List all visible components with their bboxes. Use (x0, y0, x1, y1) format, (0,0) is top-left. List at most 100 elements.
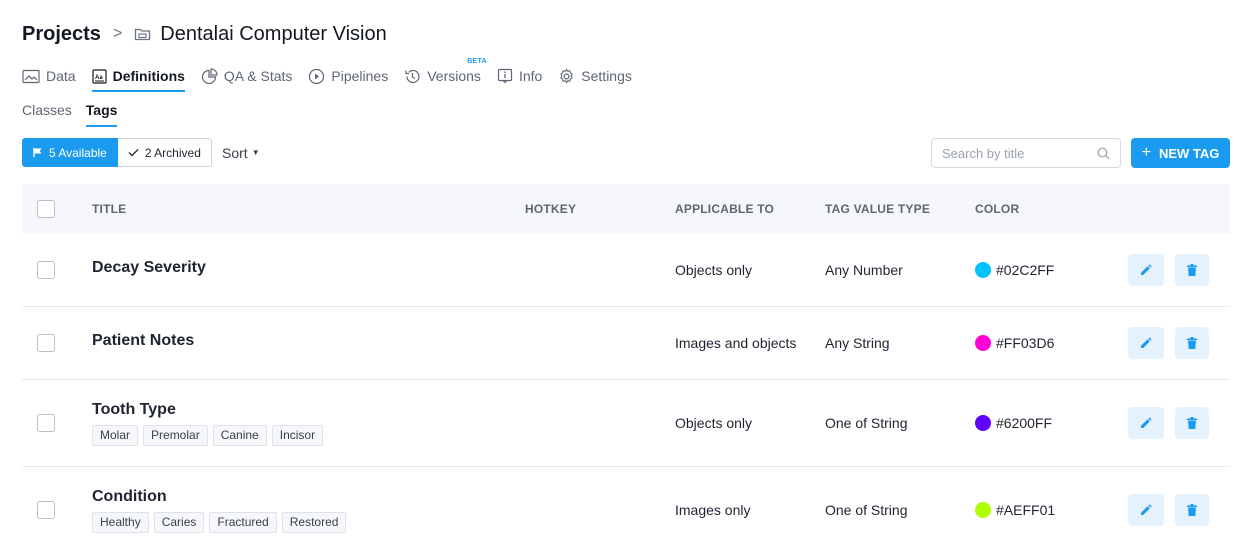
archived-filter-button[interactable]: 2 Archived (117, 138, 212, 167)
svg-text:Aa: Aa (95, 75, 103, 81)
table-header: TITLE HOTKEY APPLICABLE TO TAG VALUE TYP… (22, 184, 1230, 234)
tab-versions[interactable]: Versions BETA (404, 58, 487, 88)
caret-down-icon: ▼ (251, 148, 260, 157)
subtab-tags[interactable]: Tags (85, 100, 117, 127)
main-tabs: Data Aa Definitions QA & Stats Pipelines… (22, 58, 648, 92)
info-icon (497, 68, 513, 84)
available-label: 5 Available (49, 145, 107, 160)
trash-icon (1187, 417, 1197, 429)
tab-info[interactable]: Info (497, 64, 542, 88)
row-checkbox[interactable] (37, 334, 55, 357)
value-type-cell: Any String (825, 335, 890, 351)
tag-title: Tooth Type (92, 401, 176, 418)
applicable-cell: Objects only (675, 262, 753, 278)
header-title[interactable]: TITLE (92, 202, 126, 216)
tag-title: Condition (92, 488, 167, 505)
applicable-cell: Images and objects (675, 335, 797, 351)
color-swatch (975, 415, 991, 431)
tab-label: Versions (427, 68, 481, 84)
color-cell: #AEFF01 (975, 502, 1055, 518)
flag-icon (33, 148, 42, 157)
tab-label: QA & Stats (223, 68, 293, 84)
delete-button[interactable] (1175, 327, 1209, 359)
row-checkbox[interactable] (37, 414, 55, 437)
tag-title: Decay Severity (92, 259, 206, 276)
row-checkbox[interactable] (37, 501, 55, 524)
color-hex: #02C2FF (996, 262, 1055, 278)
value-type-cell: Any Number (825, 262, 903, 278)
tab-settings[interactable]: Settings (558, 64, 632, 88)
tag-option-chip: Caries (153, 512, 205, 533)
new-tag-button[interactable]: + NEW TAG (1131, 138, 1230, 168)
check-icon (128, 149, 139, 157)
breadcrumb-projects-link[interactable]: Projects (22, 23, 101, 46)
toolbar: 5 Available 2 Archived Sort ▼ + NEW TAG (22, 138, 1230, 168)
tab-qa-stats[interactable]: QA & Stats (201, 64, 292, 88)
trash-icon (1187, 337, 1197, 349)
tag-option-chip: Fractured (209, 512, 277, 533)
edit-button[interactable] (1128, 327, 1164, 359)
table-row[interactable]: Patient Notes Images and objects Any Str… (22, 307, 1230, 380)
tab-label: Data (46, 68, 76, 84)
sub-tabs: Classes Tags (22, 100, 131, 127)
title-cell: Patient Notes (92, 332, 194, 350)
tag-option-chip: Canine (212, 425, 267, 446)
search-icon[interactable] (1097, 147, 1110, 160)
trash-icon (1187, 504, 1197, 516)
color-cell: #FF03D6 (975, 335, 1054, 351)
tag-options: Healthy Caries Fractured Restored (92, 512, 351, 533)
tag-title: Patient Notes (92, 332, 195, 349)
header-applicable-to: APPLICABLE TO (675, 202, 775, 216)
header-tag-value-type: TAG VALUE TYPE (825, 202, 931, 216)
available-filter-button[interactable]: 5 Available (22, 138, 118, 167)
pie-chart-icon (201, 67, 218, 84)
pencil-icon (1141, 337, 1152, 348)
edit-button[interactable] (1128, 407, 1164, 439)
header-hotkey: HOTKEY (525, 202, 577, 216)
table-row[interactable]: Tooth Type Molar Premolar Canine Incisor… (22, 380, 1230, 467)
table-row[interactable]: Condition Healthy Caries Fractured Resto… (22, 467, 1230, 547)
color-swatch (975, 502, 991, 518)
pencil-icon (1141, 504, 1152, 515)
status-filter-group: 5 Available 2 Archived (22, 138, 212, 167)
applicable-cell: Objects only (675, 415, 753, 431)
history-icon (405, 69, 420, 83)
delete-button[interactable] (1175, 254, 1209, 286)
table-row[interactable]: Decay Severity Objects only Any Number #… (22, 234, 1230, 307)
edit-button[interactable] (1128, 254, 1164, 286)
plus-icon: + (1141, 144, 1151, 161)
title-cell: Decay Severity (92, 259, 206, 277)
tag-option-chip: Restored (281, 512, 347, 533)
new-tag-label: NEW TAG (1158, 145, 1220, 161)
color-hex: #6200FF (996, 415, 1053, 431)
tab-data[interactable]: Data (22, 64, 76, 88)
tag-options: Molar Premolar Canine Incisor (92, 425, 328, 446)
tab-label: Pipelines (331, 68, 389, 84)
sort-dropdown[interactable]: Sort ▼ (222, 138, 260, 167)
row-checkbox[interactable] (37, 261, 55, 284)
delete-button[interactable] (1175, 494, 1209, 526)
color-cell: #6200FF (975, 415, 1052, 431)
gear-icon (560, 68, 574, 83)
select-all-checkbox[interactable] (37, 200, 55, 221)
play-circle-icon (309, 68, 325, 84)
subtab-classes[interactable]: Classes (22, 100, 72, 124)
project-folder-icon (134, 26, 151, 42)
color-swatch (975, 335, 991, 351)
sort-label: Sort (222, 144, 248, 161)
archived-label: 2 Archived (144, 145, 201, 160)
tab-label: Definitions (112, 68, 185, 84)
color-swatch (975, 262, 991, 278)
color-hex: #AEFF01 (996, 502, 1056, 518)
trash-icon (1187, 264, 1197, 276)
search-input[interactable] (942, 145, 1092, 161)
breadcrumb-separator: > (112, 25, 123, 42)
tab-pipelines[interactable]: Pipelines (308, 64, 388, 88)
pencil-icon (1141, 417, 1152, 428)
tag-option-chip: Premolar (143, 425, 208, 446)
delete-button[interactable] (1175, 407, 1209, 439)
edit-button[interactable] (1128, 494, 1164, 526)
breadcrumb: Projects > Dentalai Computer Vision (22, 22, 387, 46)
tab-definitions[interactable]: Aa Definitions (91, 64, 186, 92)
tag-option-chip: Incisor (271, 425, 324, 446)
